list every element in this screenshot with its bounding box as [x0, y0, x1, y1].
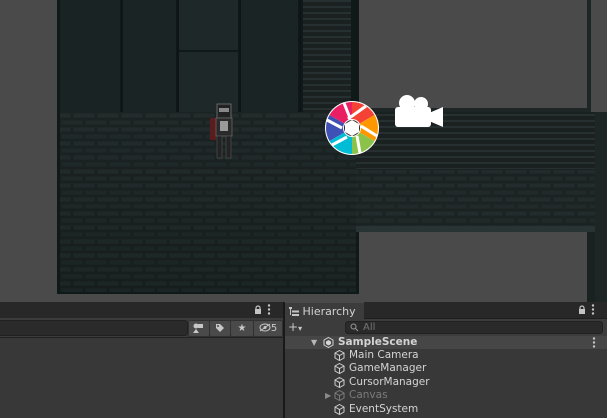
hidden-count: 5 [270, 323, 278, 334]
hierarchy-item-label: CursorManager [349, 376, 430, 388]
hierarchy-item-label: GameManager [349, 362, 427, 374]
bottom-panels: ★ 5 Hierarchy +▾ All ▼ SampleScene Main … [0, 302, 607, 418]
cube-icon [334, 404, 345, 415]
chevron-down-icon: ▾ [298, 324, 303, 333]
kebab-menu-icon[interactable] [267, 304, 271, 319]
expand-arrow-icon[interactable]: ▶ [325, 389, 331, 402]
hierarchy-icon [289, 307, 299, 316]
scene-name: SampleScene [338, 336, 418, 348]
wall-panel [122, 0, 176, 112]
hierarchy-item-canvas[interactable]: ▶ Canvas [285, 389, 607, 402]
hierarchy-tabbar: Hierarchy [285, 302, 607, 319]
favorites-button[interactable]: ★ [230, 320, 254, 337]
tab-hierarchy[interactable]: Hierarchy [285, 302, 364, 319]
lock-icon[interactable] [254, 305, 262, 319]
hierarchy-item-event-system[interactable]: EventSystem [285, 403, 607, 416]
search-input[interactable] [363, 322, 593, 333]
hidden-packages-button[interactable]: 5 [253, 320, 283, 337]
cube-icon [334, 363, 345, 374]
expand-arrow-icon[interactable]: ▼ [311, 336, 317, 349]
project-tabbar [0, 302, 283, 319]
hierarchy-item-main-camera[interactable]: Main Camera [285, 349, 607, 362]
cube-icon [334, 350, 345, 361]
kebab-menu-icon[interactable] [591, 304, 595, 319]
label-filter-button[interactable] [209, 320, 231, 337]
wall-panel [60, 0, 120, 112]
scene-canvas[interactable] [0, 0, 607, 302]
cube-icon [334, 390, 345, 401]
hierarchy-item-cursor-manager[interactable]: CursorManager [285, 376, 607, 389]
wall-panel [178, 52, 238, 112]
shutter-icon[interactable] [325, 101, 379, 155]
search-icon [350, 323, 359, 332]
scene-row[interactable]: ▼ SampleScene [285, 336, 607, 349]
cube-icon [334, 377, 345, 388]
hierarchy-item-game-manager[interactable]: GameManager [285, 362, 607, 375]
hierarchy-panel: Hierarchy +▾ ▼ SampleScene [285, 302, 607, 418]
wall-panel [178, 0, 238, 50]
hierarchy-item-label: Main Camera [349, 349, 419, 361]
scene-view[interactable] [0, 0, 607, 302]
hierarchy-item-label: EventSystem [349, 403, 419, 415]
lock-icon[interactable] [578, 305, 586, 319]
wall-panel [240, 0, 298, 112]
hierarchy-item-label: Canvas [349, 389, 388, 401]
create-assets-button[interactable] [188, 320, 210, 337]
add-object-button[interactable]: +▾ [288, 320, 310, 335]
tab-hierarchy-label: Hierarchy [302, 305, 356, 318]
stairs [303, 0, 351, 112]
add-label: + [288, 320, 299, 334]
project-content[interactable] [0, 338, 283, 418]
project-panel: ★ 5 [0, 302, 283, 418]
hierarchy-search[interactable] [345, 321, 603, 334]
eye-off-icon [259, 323, 271, 332]
project-search-input[interactable] [0, 320, 188, 336]
unity-scene-icon [323, 337, 334, 348]
